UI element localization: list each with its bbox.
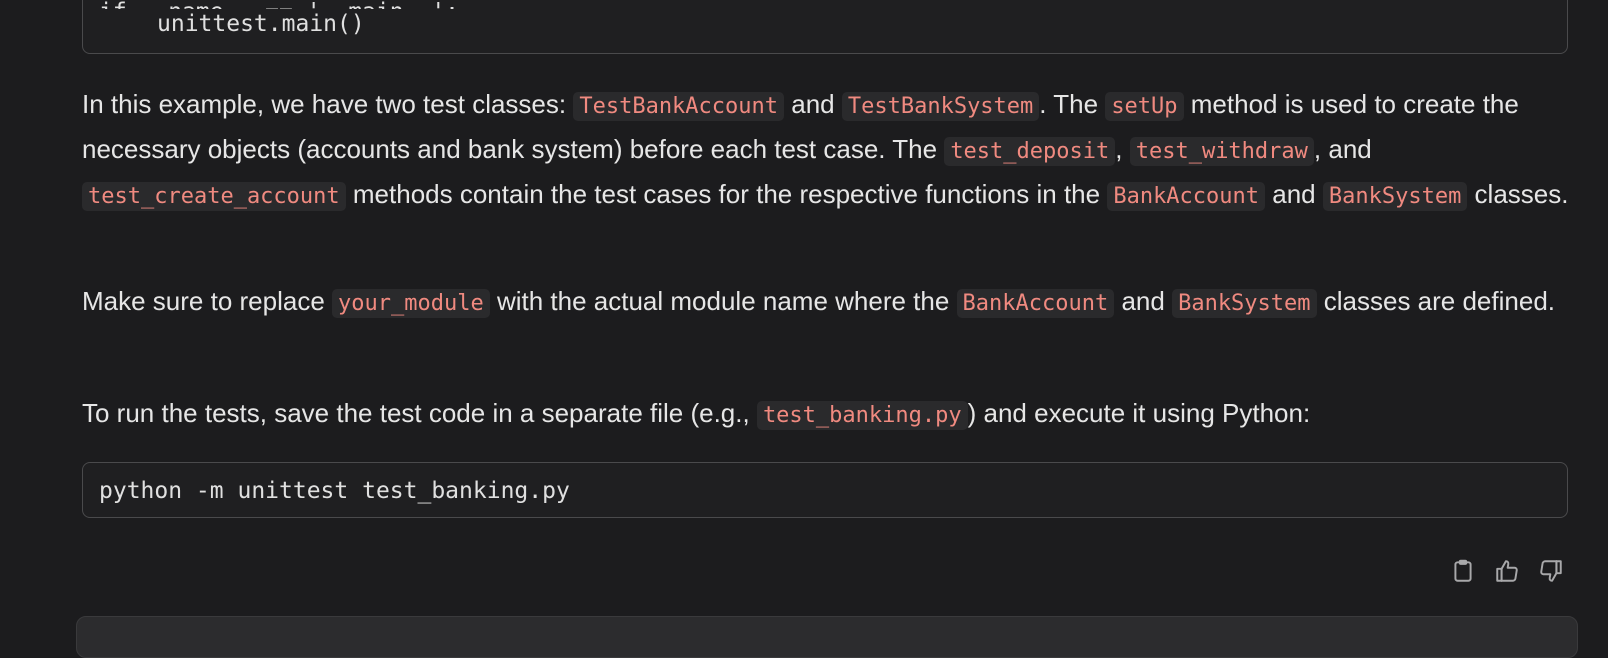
inline-code: test_deposit [944,137,1116,166]
text-run: . The [1039,89,1106,119]
module-note-paragraph: Make sure to replace your_module with th… [82,280,1582,325]
thumbs-down-icon [1540,560,1562,582]
inline-code: your_module [332,289,490,318]
copy-button[interactable] [1448,556,1478,586]
text-run: To run the tests, save the test code in … [82,398,757,428]
run-instructions-paragraph: To run the tests, save the test code in … [82,392,1582,437]
text-run: and [1114,286,1173,316]
inline-code: TestBankSystem [841,92,1040,121]
text-run: and [1265,179,1323,209]
inline-code: TestBankAccount [573,92,785,121]
message-composer[interactable] [76,616,1578,658]
explanation-paragraph: In this example, we have two test classe… [82,83,1582,218]
message-actions [1448,556,1566,586]
inline-code: BankAccount [956,289,1115,318]
inline-code: BankSystem [1322,182,1468,211]
text-run: with the actual module name where the [489,286,957,316]
code-line: if __name__ == '__main__': [99,0,1551,9]
text-run: ) and execute it using Python: [967,398,1311,428]
command-code-block: python -m unittest test_banking.py [82,462,1568,518]
text-run: , [1115,134,1130,164]
text-run: methods contain the test cases for the r… [345,179,1108,209]
text-run: Make sure to replace [82,286,333,316]
code-block-top: if __name__ == '__main__': unittest.main(… [82,0,1568,54]
inline-code: BankSystem [1172,289,1317,318]
inline-code: test_banking.py [756,401,968,430]
inline-code: BankAccount [1107,182,1266,211]
inline-code: setUp [1105,92,1184,121]
text-run: classes. [1467,179,1569,209]
inline-code: test_withdraw [1129,137,1314,166]
code-line: unittest.main() [157,11,365,37]
text-run: and [784,89,842,119]
text-run: In this example, we have two test classe… [82,89,574,119]
thumbs-up-icon [1496,560,1518,582]
inline-code: test_create_account [82,182,346,211]
thumbs-up-button[interactable] [1492,556,1522,586]
clipboard-icon [1454,559,1472,582]
thumbs-down-button[interactable] [1536,556,1566,586]
text-run: classes are defined. [1316,286,1555,316]
text-run: , and [1313,134,1372,164]
code-line: python -m unittest test_banking.py [99,478,570,504]
